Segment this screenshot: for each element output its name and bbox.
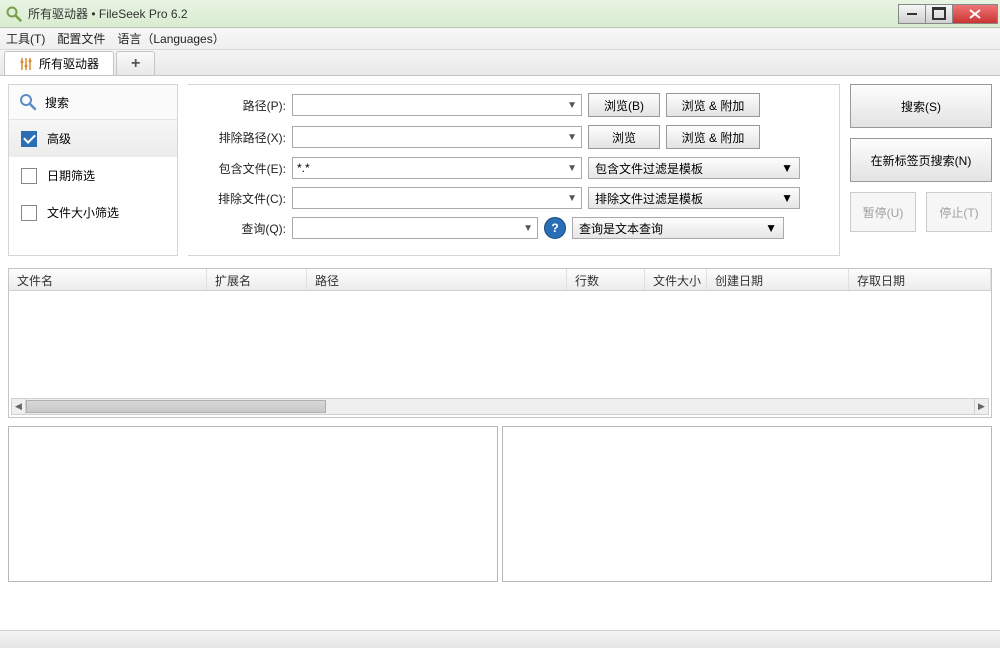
pause-button[interactable]: 暂停(U): [850, 192, 916, 232]
search-icon: [19, 93, 37, 111]
chevron-down-icon: ▼: [567, 100, 577, 111]
menu-languages[interactable]: 语言（Languages）: [117, 30, 224, 47]
menu-bar: 工具(T) 配置文件 语言（Languages）: [0, 28, 1000, 50]
col-size[interactable]: 文件大小: [645, 269, 707, 290]
path-input[interactable]: ▼: [292, 94, 582, 116]
scroll-thumb[interactable]: [26, 400, 326, 413]
col-created[interactable]: 创建日期: [707, 269, 849, 290]
include-files-value: *.*: [297, 161, 310, 175]
browse-path-button[interactable]: 浏览(B): [588, 93, 660, 117]
nav-item-advanced[interactable]: 高级: [9, 120, 177, 157]
exclude-files-label: 排除文件(C):: [208, 190, 286, 207]
new-tab-button[interactable]: +: [116, 51, 155, 75]
preview-pane-left[interactable]: [8, 426, 498, 582]
close-button[interactable]: [952, 4, 998, 24]
chevron-down-icon: ▼: [523, 223, 533, 234]
horizontal-scrollbar[interactable]: ◀ ▶: [11, 398, 989, 415]
checkbox-icon: [21, 205, 37, 221]
nav-header-label: 搜索: [45, 94, 69, 111]
exclude-template-select[interactable]: 排除文件过滤是模板 ▼: [588, 187, 800, 209]
chevron-down-icon: ▼: [567, 132, 577, 143]
include-files-input[interactable]: *.* ▼: [292, 157, 582, 179]
tab-label: 所有驱动器: [39, 55, 99, 72]
stop-button[interactable]: 停止(T): [926, 192, 992, 232]
chevron-down-icon: ▼: [567, 163, 577, 174]
query-mode-value: 查询是文本查询: [579, 220, 663, 237]
menu-tools[interactable]: 工具(T): [6, 30, 45, 47]
nav-item-date-filter[interactable]: 日期筛选: [9, 157, 177, 194]
scroll-left-icon[interactable]: ◀: [12, 399, 26, 414]
exclude-path-input[interactable]: ▼: [292, 126, 582, 148]
work-area: 搜索 高级 日期筛选 文件大小筛选 路径(P): ▼ 浏览(B) 浏览 & 附加: [0, 76, 1000, 590]
maximize-button[interactable]: [925, 4, 953, 24]
preview-row: [8, 426, 992, 582]
column-headers: 文件名 扩展名 路径 行数 文件大小 创建日期 存取日期: [9, 269, 991, 291]
chevron-down-icon: ▼: [781, 161, 793, 175]
chevron-down-icon: ▼: [781, 191, 793, 205]
app-icon: [6, 6, 22, 22]
exclude-template-value: 排除文件过滤是模板: [595, 190, 703, 207]
col-lines[interactable]: 行数: [567, 269, 645, 290]
title-bar: 所有驱动器 • FileSeek Pro 6.2: [0, 0, 1000, 28]
chevron-down-icon: ▼: [567, 193, 577, 204]
exclude-files-input[interactable]: ▼: [292, 187, 582, 209]
col-path[interactable]: 路径: [307, 269, 567, 290]
browse-append-path-button[interactable]: 浏览 & 附加: [666, 93, 760, 117]
query-label: 查询(Q):: [208, 220, 286, 237]
search-button[interactable]: 搜索(S): [850, 84, 992, 128]
col-filename[interactable]: 文件名: [9, 269, 207, 290]
browse-append-exclude-path-button[interactable]: 浏览 & 附加: [666, 125, 760, 149]
nav-item-label: 日期筛选: [47, 167, 95, 184]
tab-all-drives[interactable]: 所有驱动器: [4, 51, 114, 75]
window-title: 所有驱动器 • FileSeek Pro 6.2: [28, 5, 899, 22]
chevron-down-icon: ▼: [765, 221, 777, 235]
include-template-select[interactable]: 包含文件过滤是模板 ▼: [588, 157, 800, 179]
browse-exclude-path-button[interactable]: 浏览: [588, 125, 660, 149]
include-template-value: 包含文件过滤是模板: [595, 160, 703, 177]
scroll-right-icon[interactable]: ▶: [974, 399, 988, 414]
col-accessed[interactable]: 存取日期: [849, 269, 991, 290]
query-input[interactable]: ▼: [292, 217, 538, 239]
sliders-icon: [19, 57, 33, 71]
minimize-button[interactable]: [898, 4, 926, 24]
preview-pane-right[interactable]: [502, 426, 992, 582]
results-grid[interactable]: 文件名 扩展名 路径 行数 文件大小 创建日期 存取日期 ◀ ▶: [8, 268, 992, 418]
query-help-button[interactable]: ?: [544, 217, 566, 239]
side-nav: 搜索 高级 日期筛选 文件大小筛选: [8, 84, 178, 256]
menu-profiles[interactable]: 配置文件: [57, 30, 105, 47]
nav-item-size-filter[interactable]: 文件大小筛选: [9, 194, 177, 231]
nav-item-label: 文件大小筛选: [47, 204, 119, 221]
tab-strip: 所有驱动器 +: [0, 50, 1000, 76]
nav-item-label: 高级: [47, 130, 71, 147]
exclude-path-label: 排除路径(X):: [208, 129, 286, 146]
search-new-tab-button[interactable]: 在新标签页搜索(N): [850, 138, 992, 182]
query-mode-select[interactable]: 查询是文本查询 ▼: [572, 217, 784, 239]
include-files-label: 包含文件(E):: [208, 160, 286, 177]
nav-header-search: 搜索: [9, 85, 177, 120]
col-ext[interactable]: 扩展名: [207, 269, 307, 290]
checkbox-icon: [21, 131, 37, 147]
path-label: 路径(P):: [208, 97, 286, 114]
search-form: 路径(P): ▼ 浏览(B) 浏览 & 附加 排除路径(X): ▼ 浏览 浏览 …: [188, 84, 840, 256]
checkbox-icon: [21, 168, 37, 184]
action-panel: 搜索(S) 在新标签页搜索(N) 暂停(U) 停止(T): [850, 84, 992, 256]
window-controls: [899, 4, 998, 24]
status-bar: [0, 630, 1000, 648]
